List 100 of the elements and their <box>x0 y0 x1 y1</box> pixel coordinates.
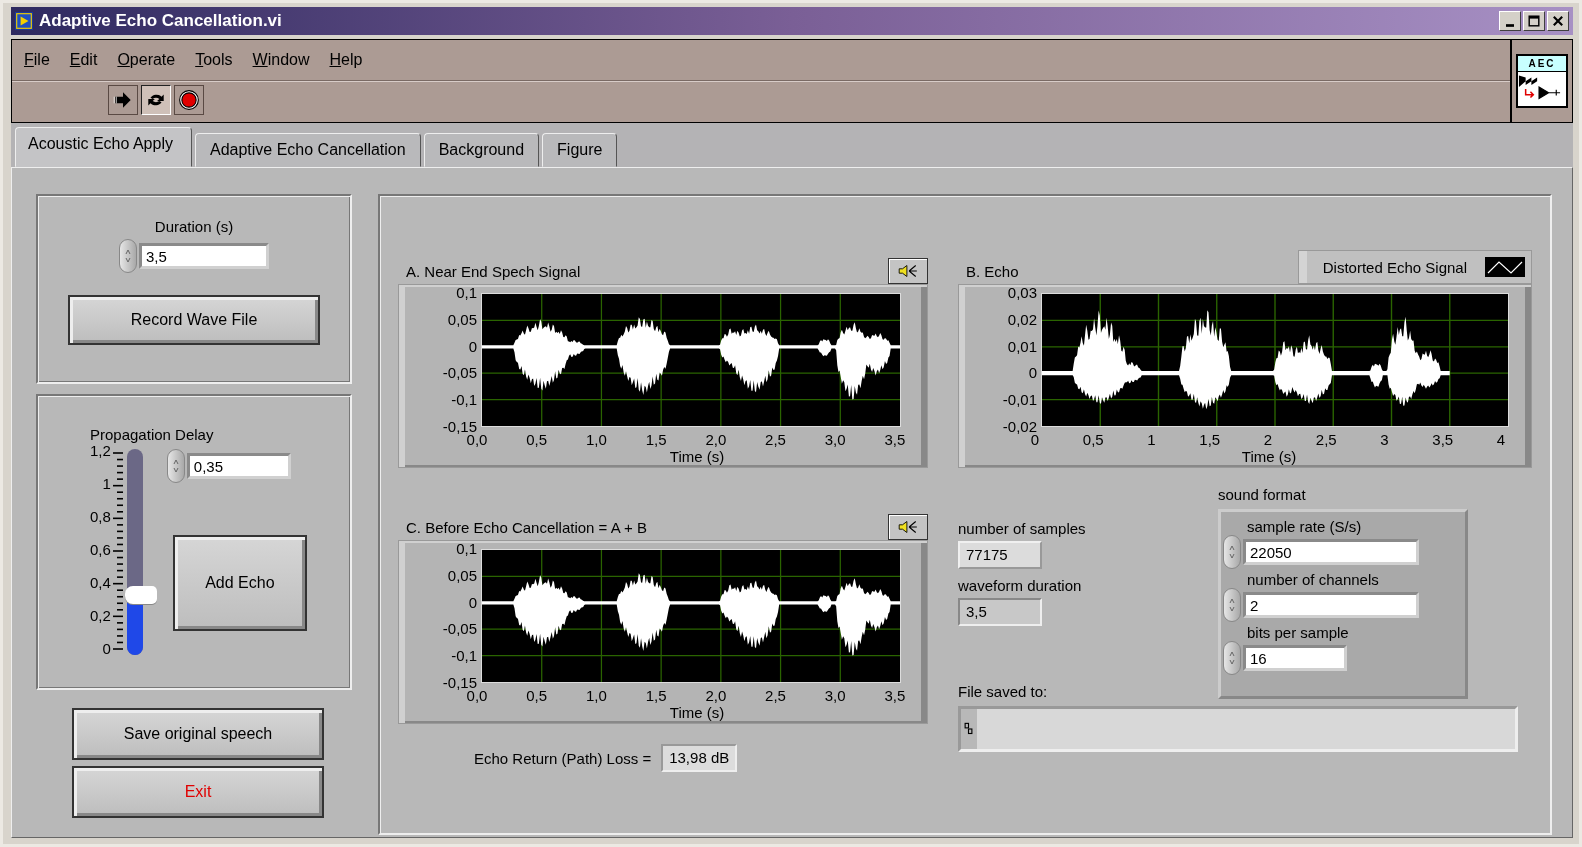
sound-format-label: sound format <box>1218 486 1307 503</box>
x-tick-label: 0,5 <box>525 687 549 704</box>
scale-label: 0 <box>102 641 111 657</box>
propagation-delay-label: Propagation Delay <box>90 426 215 443</box>
run-continuously-button[interactable] <box>141 85 171 115</box>
x-tick-label: 3,0 <box>823 687 847 704</box>
tab[interactable]: Adaptive Echo Cancellation <box>194 133 421 167</box>
x-tick-label: 3,0 <box>823 431 847 448</box>
field-label: sample rate (S/s) <box>1247 518 1363 535</box>
scale-label: 0,6 <box>90 542 111 558</box>
maximize-icon <box>1528 15 1540 27</box>
spin-button[interactable] <box>166 449 185 483</box>
legend-label: Distorted Echo Signal <box>1322 258 1467 276</box>
x-tick-label: 3 <box>1379 431 1390 448</box>
tab[interactable]: Background <box>423 133 540 167</box>
menu-item[interactable]: Window <box>252 51 310 69</box>
x-tick-label: 2,0 <box>704 431 728 448</box>
number-input[interactable]: 22050 <box>1243 539 1419 565</box>
close-button[interactable] <box>1547 11 1569 31</box>
number-input[interactable]: 16 <box>1243 645 1347 671</box>
number-of-samples-value: 77175 <box>958 541 1042 569</box>
x-tick-label: 1,0 <box>584 431 608 448</box>
save-original-speech-button[interactable]: Save original speech <box>72 708 324 760</box>
graph-title: A. Near End Spech Signal <box>405 263 581 282</box>
y-tick-label: 0,01 <box>1007 338 1037 355</box>
y-tick-label: 0 <box>468 338 477 355</box>
add-echo-button[interactable]: Add Echo <box>172 535 307 631</box>
x-tick-label: 3,5 <box>883 431 907 448</box>
y-tick-label: -0,1 <box>451 392 477 409</box>
y-tick-label: -0,1 <box>451 648 477 665</box>
minimize-icon <box>1506 23 1514 27</box>
x-axis-label: Time (s) <box>1241 448 1297 465</box>
y-tick-label: 0,1 <box>456 541 477 557</box>
x-tick-label: 2 <box>1262 431 1274 448</box>
x-tick-label: 2,0 <box>704 687 728 704</box>
scale-label: 0,2 <box>90 608 111 624</box>
number-of-samples-label: number of samples <box>958 520 1086 537</box>
echo-return-loss-label: Echo Return (Path) Loss = <box>474 749 652 767</box>
y-tick-label: -0,05 <box>442 365 477 382</box>
x-tick-label: 1,0 <box>584 687 608 704</box>
x-tick-label: 0,5 <box>1081 431 1105 448</box>
y-tick-label: -0,05 <box>442 621 477 638</box>
plot-legend[interactable]: Distorted Echo Signal <box>1297 250 1532 284</box>
spin-button[interactable] <box>1223 588 1241 622</box>
x-tick-label: 1,5 <box>644 431 668 448</box>
waveform-duration-label: waveform duration <box>958 577 1083 594</box>
menu-item[interactable]: Operate <box>117 51 176 69</box>
waveform-duration-value: 3,5 <box>958 598 1042 626</box>
record-wave-file-button[interactable]: Record Wave File <box>68 295 320 345</box>
slider-thumb[interactable] <box>124 586 157 605</box>
x-tick-label: 2,5 <box>764 687 787 704</box>
delay-input[interactable]: 0,35 <box>186 453 291 479</box>
play-sound-button[interactable] <box>888 258 928 284</box>
browse-icon[interactable] <box>964 721 973 737</box>
spin-button[interactable] <box>1223 641 1241 675</box>
y-tick-label: 0,05 <box>447 567 477 584</box>
number-input[interactable]: 2 <box>1243 592 1419 618</box>
graph-title: C. Before Echo Cancellation = A + B <box>405 519 647 538</box>
echo-return-loss-value: 13,98 dB <box>661 744 738 772</box>
x-tick-label: 3,5 <box>1431 431 1455 448</box>
run-button[interactable] <box>108 85 138 115</box>
spin-button[interactable] <box>119 239 137 273</box>
duration-label: Duration (s) <box>154 218 234 235</box>
menu-item[interactable]: Tools <box>195 51 233 69</box>
app-icon <box>15 12 33 30</box>
menu-item[interactable]: File <box>24 51 50 69</box>
x-tick-label: 2,5 <box>764 431 787 448</box>
menu-item[interactable]: Edit <box>69 51 98 69</box>
scale-label: 1,2 <box>90 443 111 459</box>
field-label: number of channels <box>1247 571 1380 588</box>
path-field[interactable] <box>958 706 1518 752</box>
y-tick-label: 0 <box>468 594 477 611</box>
speaker-icon <box>897 263 919 279</box>
y-tick-label: 0 <box>1028 365 1037 382</box>
close-icon <box>1552 15 1564 27</box>
speaker-icon <box>897 519 919 535</box>
x-tick-label: 2,5 <box>1314 431 1338 448</box>
tab[interactable]: Figure <box>542 133 618 167</box>
vi-icon-label: AEC <box>1518 56 1566 72</box>
file-saved-label: File saved to: <box>958 683 1049 700</box>
line-style-icon <box>1485 256 1525 278</box>
scale-label: 1 <box>102 476 111 492</box>
duration-input[interactable]: 3,5 <box>139 243 269 269</box>
y-tick-label: 0,02 <box>1007 311 1037 328</box>
abort-button[interactable] <box>174 85 204 115</box>
tab[interactable]: Acoustic Echo Apply <box>15 127 192 167</box>
field-label: bits per sample <box>1247 624 1350 641</box>
maximize-button[interactable] <box>1523 11 1545 31</box>
x-tick-label: 0,5 <box>525 431 549 448</box>
window-title: Adaptive Echo Cancellation.vi <box>39 11 282 31</box>
x-tick-label: 3,5 <box>883 687 907 704</box>
minimize-button[interactable] <box>1499 11 1521 31</box>
x-axis-label: Time (s) <box>669 704 725 721</box>
y-tick-label: 0,03 <box>1007 285 1037 301</box>
stop-icon <box>178 89 200 111</box>
x-tick-label: 1 <box>1146 431 1157 448</box>
play-sound-button[interactable] <box>888 514 928 540</box>
menu-item[interactable]: Help <box>329 51 363 69</box>
scale-label: 0,4 <box>90 575 111 591</box>
spin-button[interactable] <box>1223 535 1241 569</box>
